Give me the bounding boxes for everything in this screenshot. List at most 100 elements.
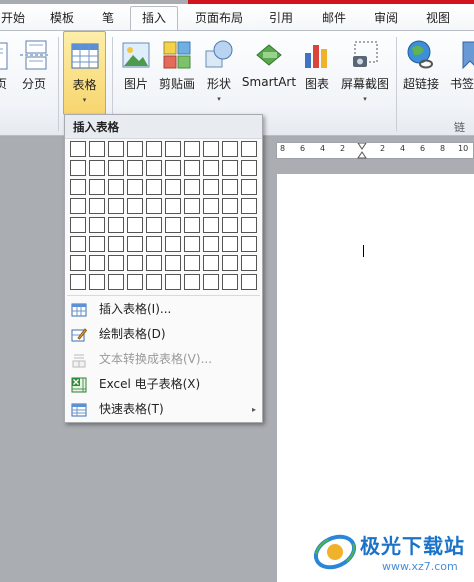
table-grid-cell[interactable] [241, 141, 257, 157]
draw-table-menu-item[interactable]: 绘制表格(D) [65, 322, 262, 347]
table-grid-cell[interactable] [203, 198, 219, 214]
table-grid-cell[interactable] [203, 255, 219, 271]
tab-mailings[interactable]: 邮件 [314, 8, 354, 31]
table-grid-cell[interactable] [70, 217, 86, 233]
table-grid-cell[interactable] [165, 217, 181, 233]
table-grid-cell[interactable] [108, 255, 124, 271]
table-grid-cell[interactable] [89, 217, 105, 233]
hyperlink-button[interactable]: 超链接 [400, 31, 442, 115]
insert-table-menu-item[interactable]: 插入表格(I)... [65, 297, 262, 322]
table-grid-cell[interactable] [89, 274, 105, 290]
table-grid-cell[interactable] [203, 160, 219, 176]
table-grid-cell[interactable] [146, 160, 162, 176]
table-grid-cell[interactable] [146, 179, 162, 195]
table-grid-cell[interactable] [203, 236, 219, 252]
table-grid-cell[interactable] [165, 198, 181, 214]
smartart-button[interactable]: SmartArt [240, 31, 298, 115]
table-grid-cell[interactable] [127, 274, 143, 290]
table-grid-cell[interactable] [222, 217, 238, 233]
table-grid-cell[interactable] [165, 141, 181, 157]
table-grid-cell[interactable] [70, 274, 86, 290]
excel-spreadsheet-menu-item[interactable]: Excel 电子表格(X) [65, 372, 262, 397]
indent-marker-icon[interactable] [357, 143, 367, 159]
table-grid-cell[interactable] [127, 198, 143, 214]
table-grid-cell[interactable] [127, 255, 143, 271]
tab-references[interactable]: 引用 [262, 8, 300, 31]
tab-home[interactable]: 开始 [0, 8, 28, 31]
table-button[interactable]: 表格 ▾ [63, 31, 106, 115]
table-grid-cell[interactable] [70, 141, 86, 157]
screenshot-button[interactable]: 屏幕截图 ▾ [338, 31, 392, 115]
table-grid-cell[interactable] [146, 141, 162, 157]
table-grid-cell[interactable] [89, 141, 105, 157]
table-grid-cell[interactable] [127, 217, 143, 233]
table-grid-cell[interactable] [70, 236, 86, 252]
table-grid-cell[interactable] [89, 198, 105, 214]
picture-button[interactable]: 图片 [118, 31, 154, 115]
table-grid-cell[interactable] [222, 255, 238, 271]
shapes-button[interactable]: 形状 ▾ [202, 31, 236, 115]
bookmark-button[interactable]: 书签 [446, 31, 474, 115]
table-grid-cell[interactable] [108, 141, 124, 157]
table-grid-cell[interactable] [184, 198, 200, 214]
tab-template[interactable]: 模板 [44, 8, 80, 31]
table-grid-cell[interactable] [108, 274, 124, 290]
table-grid-cell[interactable] [203, 141, 219, 157]
tab-pen[interactable]: 笔 [96, 8, 120, 31]
table-grid-cell[interactable] [108, 217, 124, 233]
table-grid-cell[interactable] [184, 141, 200, 157]
table-grid-cell[interactable] [108, 160, 124, 176]
tab-page-layout[interactable]: 页面布局 [188, 8, 250, 31]
table-grid-cell[interactable] [203, 274, 219, 290]
table-grid-cell[interactable] [70, 179, 86, 195]
table-grid-cell[interactable] [89, 179, 105, 195]
table-grid-cell[interactable] [108, 179, 124, 195]
chart-button[interactable]: 图表 [300, 31, 334, 115]
table-grid-cell[interactable] [184, 236, 200, 252]
clipart-button[interactable]: 剪贴画 [156, 31, 198, 115]
table-grid-cell[interactable] [146, 198, 162, 214]
horizontal-ruler[interactable]: 8 6 4 2 2 4 6 8 10 [276, 142, 474, 159]
tab-view[interactable]: 视图 [418, 8, 458, 31]
table-grid-cell[interactable] [184, 179, 200, 195]
table-grid-cell[interactable] [184, 217, 200, 233]
table-grid-cell[interactable] [146, 236, 162, 252]
table-grid-cell[interactable] [165, 236, 181, 252]
table-grid-cell[interactable] [241, 236, 257, 252]
table-grid-cell[interactable] [241, 198, 257, 214]
table-grid-cell[interactable] [89, 255, 105, 271]
table-grid-cell[interactable] [222, 141, 238, 157]
table-grid-cell[interactable] [127, 141, 143, 157]
table-grid-cell[interactable] [184, 274, 200, 290]
table-grid-cell[interactable] [89, 236, 105, 252]
table-grid-cell[interactable] [70, 198, 86, 214]
table-grid-cell[interactable] [165, 274, 181, 290]
table-grid-cell[interactable] [241, 255, 257, 271]
table-grid-cell[interactable] [165, 160, 181, 176]
table-grid-cell[interactable] [146, 217, 162, 233]
table-grid-cell[interactable] [241, 274, 257, 290]
table-grid-cell[interactable] [127, 160, 143, 176]
tab-insert[interactable]: 插入 [130, 6, 178, 32]
table-grid-cell[interactable] [165, 255, 181, 271]
table-grid-cell[interactable] [241, 179, 257, 195]
table-grid-cell[interactable] [127, 179, 143, 195]
table-grid-cell[interactable] [70, 160, 86, 176]
table-grid-cell[interactable] [146, 255, 162, 271]
table-grid-cell[interactable] [127, 236, 143, 252]
table-grid-cell[interactable] [184, 255, 200, 271]
table-grid-cell[interactable] [203, 179, 219, 195]
table-grid-cell[interactable] [222, 160, 238, 176]
table-grid-cell[interactable] [241, 217, 257, 233]
table-grid-cell[interactable] [89, 160, 105, 176]
table-grid-cell[interactable] [203, 217, 219, 233]
table-grid-cell[interactable] [184, 160, 200, 176]
page-break-button[interactable]: 分页 [18, 31, 50, 115]
table-grid-cell[interactable] [222, 236, 238, 252]
table-grid-cell[interactable] [222, 198, 238, 214]
quick-tables-menu-item[interactable]: 快速表格(T) ▸ [65, 397, 262, 422]
table-grid-cell[interactable] [241, 160, 257, 176]
table-grid-cell[interactable] [70, 255, 86, 271]
page-button[interactable]: 页 [0, 31, 12, 115]
table-grid-cell[interactable] [222, 274, 238, 290]
